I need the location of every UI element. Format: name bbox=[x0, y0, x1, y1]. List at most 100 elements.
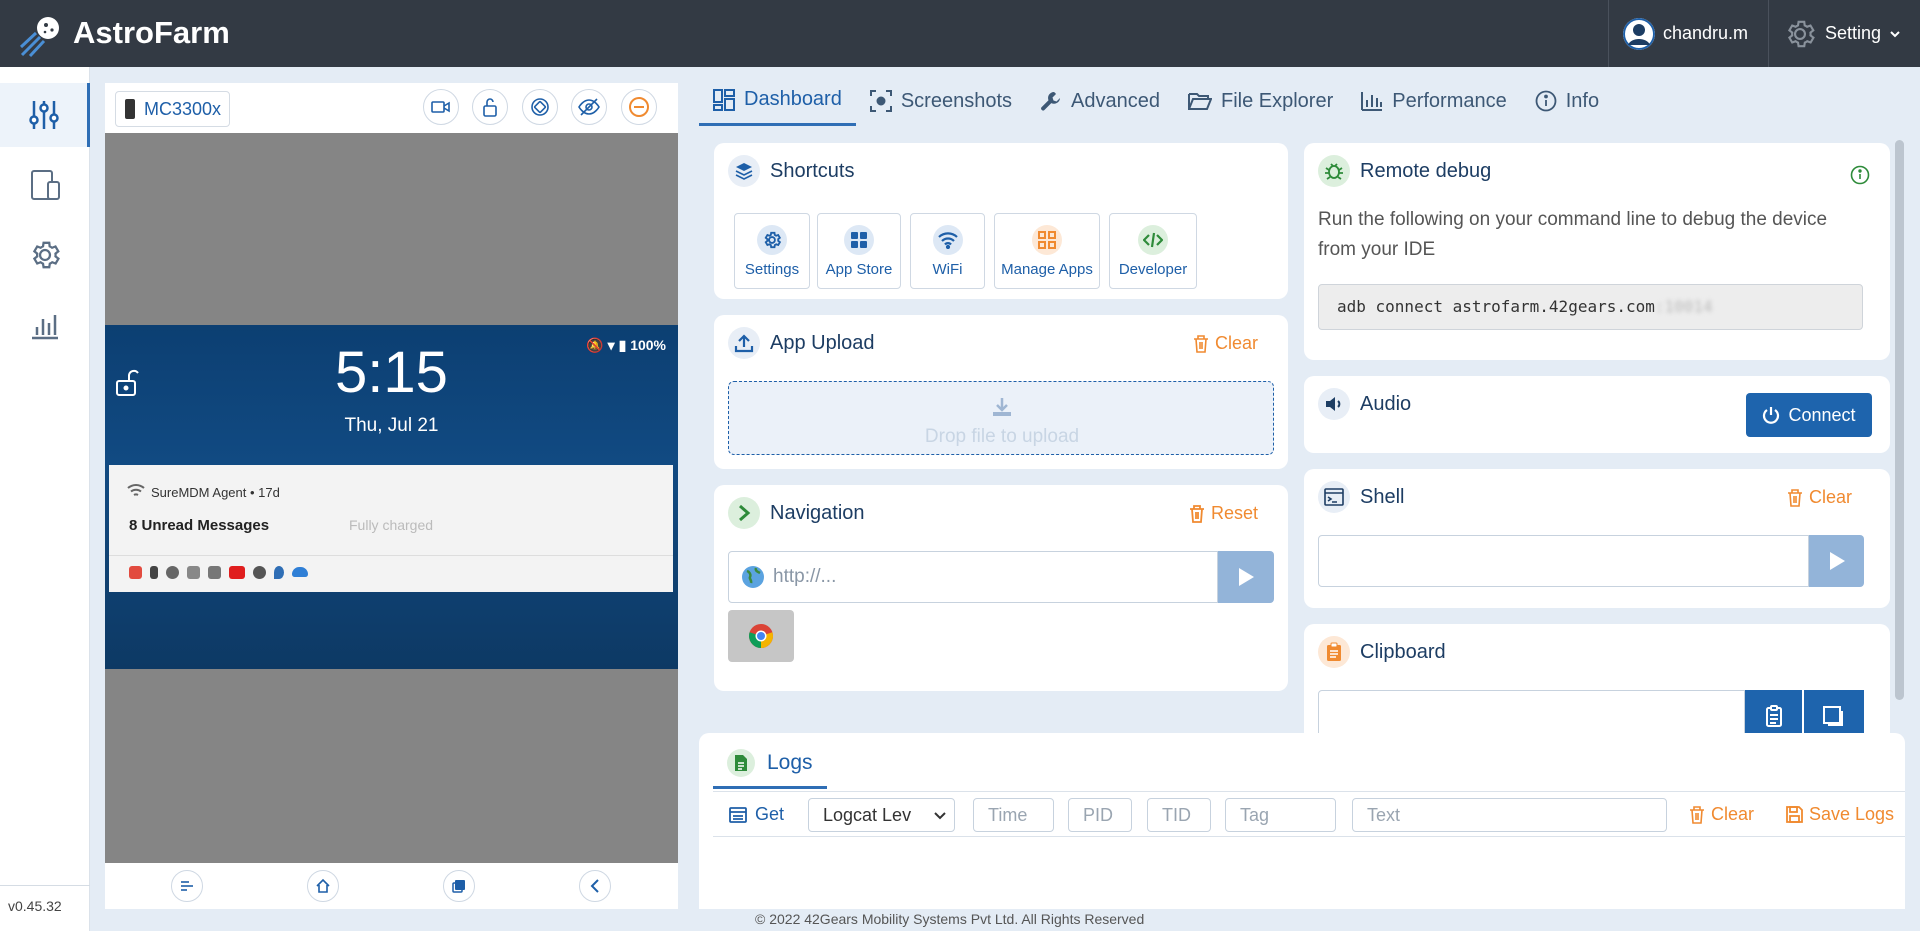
top-bar: AstroFarm chandru.m Setting bbox=[0, 0, 1920, 67]
pid-filter-input[interactable]: PID bbox=[1068, 798, 1132, 832]
shortcut-manage-apps[interactable]: Manage Apps bbox=[994, 213, 1100, 289]
tid-filter-input[interactable]: TID bbox=[1147, 798, 1211, 832]
rotate-icon bbox=[531, 98, 549, 116]
notification-app: SureMDM Agent • 17d bbox=[151, 485, 280, 500]
user-name: chandru.m bbox=[1663, 23, 1749, 43]
shortcut-label: Settings bbox=[744, 260, 800, 278]
wifi-icon bbox=[127, 484, 145, 496]
home-icon bbox=[316, 878, 330, 893]
adb-command-box[interactable]: adb connect astrofarm.42gears.com:10014 bbox=[1318, 284, 1863, 330]
tab-screenshots[interactable]: Screenshots bbox=[856, 76, 1026, 126]
shell-command-input[interactable] bbox=[1318, 535, 1809, 587]
recent-apps-icon bbox=[452, 880, 465, 893]
card-title: Remote debug bbox=[1318, 155, 1491, 187]
url-input[interactable]: http://... bbox=[728, 551, 1218, 603]
sidebar-item-settings[interactable] bbox=[0, 223, 90, 287]
unlock-icon bbox=[483, 98, 497, 117]
audio-connect-button[interactable]: Connect bbox=[1746, 393, 1872, 437]
app-upload-clear-button[interactable]: Clear bbox=[1193, 333, 1258, 354]
record-video-button[interactable] bbox=[423, 89, 459, 125]
clear-label: Clear bbox=[1808, 487, 1852, 507]
time-filter-input[interactable]: Time bbox=[973, 798, 1054, 832]
tab-label: Info bbox=[1565, 89, 1600, 112]
shortcut-app-store[interactable]: App Store bbox=[817, 213, 901, 289]
disconnect-button[interactable] bbox=[621, 89, 657, 125]
save-logs-label: Save Logs bbox=[1809, 804, 1895, 824]
shell-run-button[interactable] bbox=[1809, 535, 1864, 587]
clipboard-icon bbox=[1318, 636, 1350, 668]
rotate-screen-button[interactable] bbox=[522, 89, 558, 125]
home-button[interactable] bbox=[307, 870, 339, 902]
tab-label: Screenshots bbox=[900, 89, 1013, 112]
device-selector[interactable]: MC3300x bbox=[115, 91, 231, 127]
pid-placeholder: PID bbox=[1083, 805, 1114, 825]
shortcuts-card: Shortcuts Settings App Store WiFi Manage… bbox=[714, 143, 1288, 299]
open-chrome-button[interactable] bbox=[728, 610, 794, 662]
menu-button[interactable] bbox=[171, 870, 203, 902]
devices-icon bbox=[31, 170, 60, 200]
audio-title: Audio bbox=[1360, 392, 1412, 415]
notification-icons bbox=[129, 565, 308, 579]
wifi-icon bbox=[187, 565, 200, 579]
tab-dashboard[interactable]: Dashboard bbox=[699, 76, 856, 126]
file-drop-zone[interactable]: Drop file to upload bbox=[728, 381, 1274, 455]
info-icon[interactable] bbox=[1850, 165, 1870, 185]
tag-filter-input[interactable]: Tag bbox=[1225, 798, 1336, 832]
text-placeholder: Text bbox=[1367, 805, 1401, 825]
keyhole-icon bbox=[150, 565, 158, 579]
unlock-button[interactable] bbox=[472, 89, 508, 125]
recent-apps-button[interactable] bbox=[443, 870, 475, 902]
shortcut-developer[interactable]: Developer bbox=[1109, 213, 1197, 289]
device-screen[interactable]: 🔕 ▾ ▮ 100% 5:15 Thu, Jul 21 SureMDM Agen… bbox=[105, 133, 678, 863]
tab-info[interactable]: Info bbox=[1521, 76, 1613, 126]
shell-clear-button[interactable]: Clear bbox=[1787, 487, 1852, 508]
main-scrollbar[interactable] bbox=[1895, 140, 1904, 700]
get-logs-button[interactable]: Get bbox=[729, 804, 784, 825]
volume-icon bbox=[1318, 388, 1350, 420]
card-title: Audio bbox=[1318, 388, 1411, 420]
notification-text: 8 Unread Messages bbox=[129, 517, 270, 534]
setting-menu[interactable]: Setting bbox=[1768, 0, 1920, 67]
clipboard-card: Clipboard bbox=[1304, 624, 1890, 742]
avatar-icon bbox=[1623, 17, 1655, 50]
lock-screen: 🔕 ▾ ▮ 100% 5:15 Thu, Jul 21 SureMDM Agen… bbox=[105, 325, 678, 669]
code-icon bbox=[1138, 224, 1168, 255]
card-title: Shell bbox=[1318, 481, 1404, 513]
copy-icon bbox=[1823, 706, 1843, 726]
gear-icon bbox=[1787, 20, 1815, 47]
shortcut-settings[interactable]: Settings bbox=[734, 213, 810, 289]
user-menu[interactable]: chandru.m bbox=[1608, 0, 1768, 67]
save-logs-button[interactable]: Save Logs bbox=[1786, 804, 1894, 825]
navigate-go-button[interactable] bbox=[1218, 551, 1274, 603]
tab-advanced[interactable]: Advanced bbox=[1026, 76, 1174, 126]
tab-label: Performance bbox=[1392, 89, 1507, 112]
tab-logs[interactable]: Logs bbox=[713, 739, 827, 789]
card-title: Clipboard bbox=[1318, 636, 1446, 668]
apps-icon bbox=[1032, 224, 1062, 255]
download-icon bbox=[993, 398, 1011, 416]
back-button[interactable] bbox=[579, 870, 611, 902]
navigation-reset-button[interactable]: Reset bbox=[1189, 503, 1258, 524]
sidebar-item-devices[interactable] bbox=[0, 153, 90, 217]
power-icon bbox=[1763, 407, 1780, 424]
sidebar-item-controls[interactable] bbox=[0, 83, 90, 147]
hide-screen-button[interactable] bbox=[571, 89, 607, 125]
connect-label: Connect bbox=[1788, 404, 1856, 425]
shortcut-label: WiFi bbox=[932, 260, 963, 278]
tab-file-explorer[interactable]: File Explorer bbox=[1174, 76, 1347, 126]
logcat-level-select[interactable]: Logcat Lev bbox=[808, 798, 955, 832]
app-upload-card: App Upload Clear Drop file to upload bbox=[714, 315, 1288, 469]
logs-clear-button[interactable]: Clear bbox=[1689, 804, 1754, 825]
tab-performance[interactable]: Performance bbox=[1347, 76, 1521, 126]
text-filter-input[interactable]: Text bbox=[1352, 798, 1667, 832]
notification-card[interactable]: SureMDM Agent • 17d 8 Unread Messages Fu… bbox=[109, 465, 673, 592]
chevron-right-icon bbox=[728, 497, 760, 529]
device-nav-bar bbox=[105, 863, 678, 909]
sidebar-item-reports[interactable] bbox=[0, 293, 90, 357]
shortcut-wifi[interactable]: WiFi bbox=[910, 213, 985, 289]
navigation-title: Navigation bbox=[770, 501, 865, 524]
shortcut-label: App Store bbox=[825, 260, 893, 278]
clear-label: Clear bbox=[1214, 333, 1258, 353]
map-pin-icon bbox=[274, 565, 284, 579]
file-icon bbox=[727, 748, 755, 777]
